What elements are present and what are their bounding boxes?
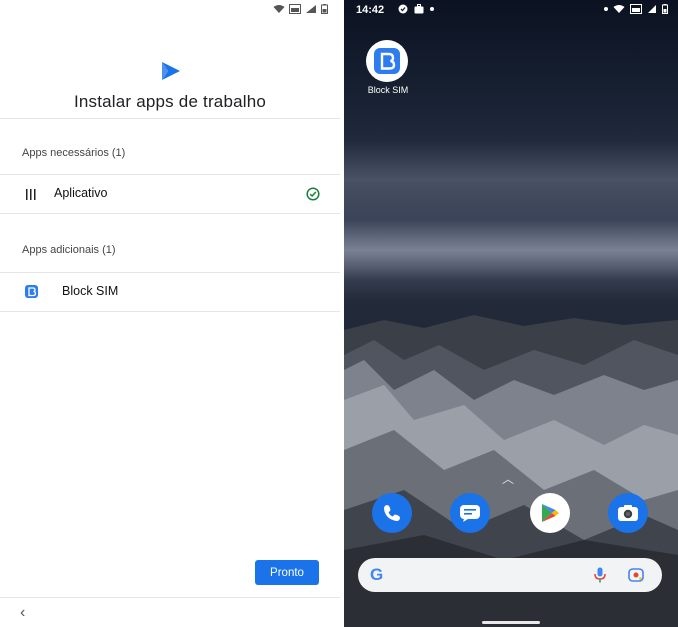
system-icons	[604, 4, 668, 14]
google-search-bar[interactable]: G	[358, 558, 662, 592]
data-icon	[630, 4, 642, 14]
block-sim-icon	[374, 48, 400, 74]
battery-icon	[662, 4, 668, 14]
dot-icon	[430, 7, 434, 11]
status-bar: 14:42	[344, 0, 678, 20]
battery-icon	[321, 4, 328, 14]
app-label: Block SIM	[62, 284, 119, 298]
list-item-block-sim[interactable]: Block SIM	[0, 273, 340, 311]
wallpaper-clouds	[344, 220, 678, 280]
android-enterprise-logo-icon	[162, 62, 180, 80]
back-arrow-icon[interactable]: ‹	[20, 604, 25, 622]
list-item-aplicativo[interactable]: Aplicativo	[0, 175, 340, 213]
messages-app-icon[interactable]	[450, 493, 490, 533]
block-sim-app-icon[interactable]	[366, 40, 408, 82]
chevron-up-icon[interactable]: ︿	[502, 470, 514, 487]
required-apps-header: Apps necessários (1)	[22, 147, 126, 159]
android-home-screen: 14:42 Block SIM ︿ G	[344, 0, 678, 627]
app-label: Block SIM	[367, 85, 409, 95]
camera-app-icon[interactable]	[608, 493, 648, 533]
page-title: Instalar apps de trabalho	[73, 92, 267, 111]
play-store-icon	[542, 504, 559, 522]
done-button[interactable]: Pronto	[255, 560, 319, 585]
wallpaper-clouds	[344, 140, 678, 220]
divider	[0, 311, 340, 312]
google-logo-icon: G	[370, 565, 384, 584]
dot-icon	[604, 7, 608, 11]
gesture-nav-bar[interactable]	[482, 621, 540, 624]
additional-apps-header: Apps adicionais (1)	[22, 244, 116, 256]
wifi-icon	[613, 5, 625, 13]
check-circle-icon	[398, 4, 408, 14]
divider	[0, 118, 340, 119]
phone-app-icon[interactable]	[372, 493, 412, 533]
phone-icon	[384, 505, 400, 521]
work-apps-install-screen: Instalar apps de trabalho Apps necessári…	[0, 0, 340, 627]
wifi-icon	[273, 5, 285, 13]
microphone-icon[interactable]	[594, 567, 606, 583]
divider	[0, 213, 340, 214]
barcode-icon	[26, 189, 36, 200]
data-icon	[289, 4, 301, 14]
signal-icon	[648, 5, 656, 13]
work-briefcase-icon	[414, 4, 424, 14]
block-sim-icon	[25, 285, 38, 298]
notification-icons	[398, 4, 434, 14]
camera-icon	[618, 505, 638, 521]
divider	[0, 597, 340, 598]
play-store-app-icon[interactable]	[530, 493, 570, 533]
app-label: Aplicativo	[54, 186, 108, 200]
signal-icon	[306, 5, 316, 13]
google-lens-icon[interactable]	[628, 568, 644, 582]
check-circle-icon	[306, 187, 320, 201]
status-bar-left	[273, 4, 328, 14]
messages-icon	[460, 505, 480, 522]
status-time: 14:42	[356, 4, 385, 16]
